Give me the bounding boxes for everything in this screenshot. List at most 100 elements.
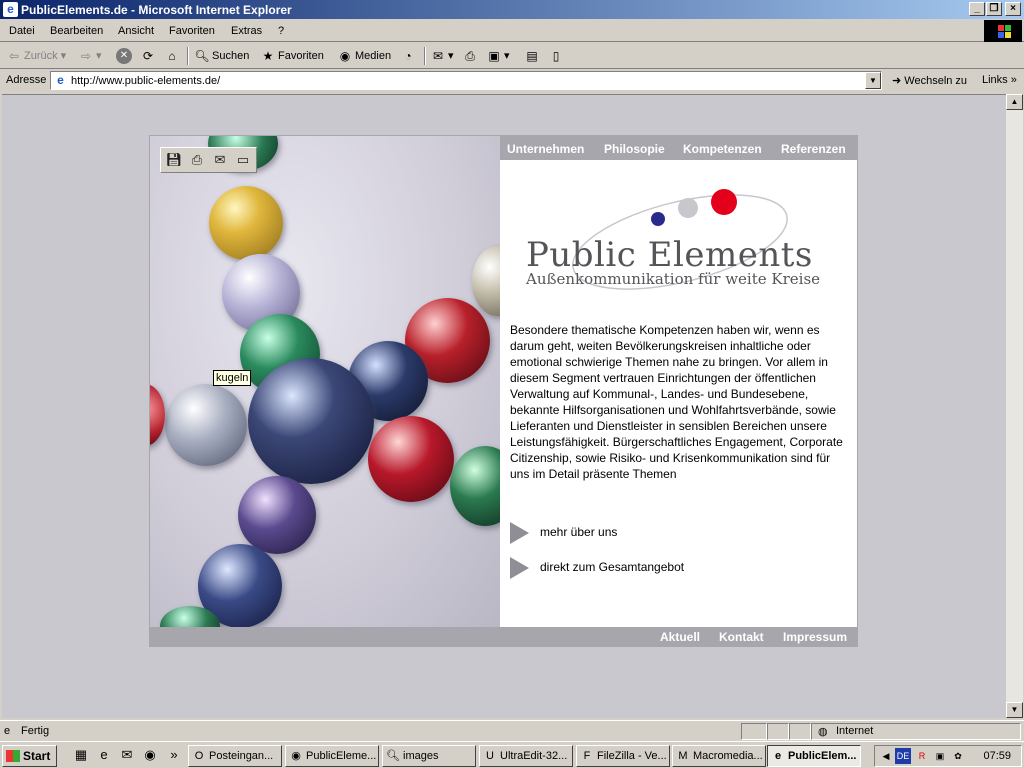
task-images[interactable]: 🔍︎ images bbox=[382, 745, 476, 767]
search-icon: 🔍︎ bbox=[194, 49, 210, 64]
more-quicklaunch-icon[interactable]: » bbox=[166, 747, 182, 763]
scroll-down-icon[interactable]: ▼ bbox=[1006, 702, 1023, 718]
media-icon: ◉ bbox=[339, 49, 351, 64]
forward-button[interactable]: ⇨ ▾ bbox=[78, 47, 102, 65]
vertical-scrollbar[interactable]: ▲ ▼ bbox=[1006, 94, 1023, 718]
task-internet-explorer[interactable]: e PublicElem... bbox=[767, 745, 861, 767]
save-image-icon[interactable]: 💾︎ bbox=[165, 152, 183, 168]
status-zone: Internet bbox=[836, 725, 874, 737]
address-dropdown-icon[interactable]: ▼ bbox=[865, 72, 881, 89]
nav-referenzen[interactable]: Referenzen bbox=[781, 142, 846, 156]
menu-extras[interactable]: Extras bbox=[231, 25, 262, 37]
task-posteingang[interactable]: O Posteingan... bbox=[188, 745, 282, 767]
home-button[interactable]: ⌂ bbox=[164, 47, 182, 65]
logo-title: Public Elements bbox=[526, 235, 813, 275]
toolbar: ⇦ Zurück ▾ ⇨ ▾ ✕ ⟳ ⌂ 🔍︎ Suchen ★ Favoriten ◉… bbox=[0, 43, 1024, 69]
language-indicator[interactable]: DE bbox=[895, 748, 911, 764]
edit-icon: ▣ bbox=[488, 49, 500, 64]
menu-ansicht[interactable]: Ansicht bbox=[118, 25, 154, 37]
edit-button[interactable]: ▣ ▾ bbox=[486, 47, 509, 65]
print-button[interactable]: ⎙ bbox=[462, 47, 480, 65]
refresh-button[interactable]: ⟳ bbox=[140, 47, 158, 65]
ie-icon: e bbox=[3, 2, 18, 17]
mail-image-icon[interactable]: ✉ bbox=[211, 152, 229, 168]
menu-bearbeiten[interactable]: Bearbeiten bbox=[50, 25, 103, 37]
minimize-button[interactable]: _ bbox=[969, 2, 985, 16]
link-gesamtangebot[interactable]: direkt zum Gesamtangebot bbox=[510, 557, 684, 579]
favorites-icon: ★ bbox=[262, 49, 274, 64]
network-icon[interactable]: ▣ bbox=[932, 748, 948, 764]
address-input[interactable]: e http://www.public-elements.de/ ▼ bbox=[50, 71, 882, 90]
desktop-icon[interactable]: ▦ bbox=[73, 747, 89, 763]
links-button[interactable]: Links » bbox=[982, 74, 1017, 86]
task-filezilla[interactable]: F FileZilla - Ve... bbox=[576, 745, 670, 767]
discuss-button[interactable]: ▤ bbox=[524, 47, 542, 65]
task-firefox[interactable]: ◉ PublicEleme... bbox=[285, 745, 379, 767]
task-macromedia[interactable]: M Macromedia... bbox=[672, 745, 766, 767]
search-button[interactable]: 🔍︎ Suchen bbox=[194, 47, 249, 65]
start-flag-icon bbox=[6, 750, 20, 762]
mail-button[interactable]: ✉ ▾ bbox=[430, 47, 454, 65]
explorer-icon: 🔍︎ bbox=[386, 750, 400, 762]
firefox-icon: ◉ bbox=[291, 750, 301, 762]
messenger-tray-icon[interactable]: ✿ bbox=[950, 748, 966, 764]
menu-help[interactable]: ? bbox=[278, 25, 284, 37]
status-page-icon: e bbox=[4, 725, 11, 737]
history-button[interactable]: ◔ bbox=[400, 47, 418, 65]
website-frame: Unternehmen Philosopie Kompetenzen Refer… bbox=[149, 135, 858, 647]
address-label: Adresse bbox=[6, 74, 47, 86]
messenger-icon: ▯ bbox=[552, 49, 560, 64]
triangle-arrow-icon bbox=[510, 557, 529, 579]
nav-aktuell[interactable]: Aktuell bbox=[660, 630, 700, 644]
menu-favoriten[interactable]: Favoriten bbox=[169, 25, 215, 37]
volume-icon[interactable]: ◀ bbox=[878, 748, 894, 764]
go-button[interactable]: ➜ Wechseln zu bbox=[892, 74, 967, 87]
logo-dot-blue bbox=[651, 212, 665, 226]
logo-subtitle: Außenkommunikation für weite Kreise bbox=[526, 270, 821, 288]
refresh-icon: ⟳ bbox=[142, 49, 154, 64]
folder-image-icon[interactable]: ▭ bbox=[234, 152, 252, 168]
ultraedit-icon: U bbox=[486, 750, 494, 762]
discuss-icon: ▤ bbox=[526, 49, 538, 64]
menu-bar: Datei Bearbeiten Ansicht Favoriten Extra… bbox=[0, 20, 1024, 42]
nav-kompetenzen[interactable]: Kompetenzen bbox=[683, 142, 762, 156]
nav-kontakt[interactable]: Kontakt bbox=[719, 630, 764, 644]
mail-icon: ✉ bbox=[432, 49, 444, 64]
close-button[interactable]: × bbox=[1005, 2, 1021, 16]
back-button[interactable]: ⇦ Zurück ▾ bbox=[6, 47, 66, 65]
outlook-quicklaunch-icon[interactable]: ✉ bbox=[119, 747, 135, 763]
home-icon: ⌂ bbox=[168, 49, 176, 64]
nav-impressum[interactable]: Impressum bbox=[783, 630, 847, 644]
page-icon: e bbox=[57, 73, 64, 87]
taskbar: Start ▦ e ✉ ◉ » O Posteingan... ◉ PublicEl… bbox=[0, 741, 1024, 768]
antivirus-icon[interactable]: R bbox=[914, 748, 930, 764]
filezilla-icon: F bbox=[583, 750, 591, 762]
image-toolbar: 💾︎ ⎙ ✉ ▭ bbox=[160, 147, 257, 173]
outlook-icon: O bbox=[194, 750, 204, 762]
scroll-up-icon[interactable]: ▲ bbox=[1006, 94, 1023, 110]
back-arrow-icon: ⇦ bbox=[8, 49, 20, 64]
address-url: http://www.public-elements.de/ bbox=[71, 75, 221, 87]
task-ultraedit[interactable]: U UltraEdit-32... bbox=[479, 745, 573, 767]
status-text: Fertig bbox=[21, 725, 50, 737]
print-image-icon[interactable]: ⎙ bbox=[188, 152, 206, 168]
go-arrow-icon: ➜ bbox=[892, 75, 902, 87]
body-text: Besondere thematische Kompetenzen haben … bbox=[510, 323, 843, 481]
menu-datei[interactable]: Datei bbox=[9, 25, 35, 37]
print-icon: ⎙ bbox=[465, 49, 475, 64]
link-mehr-ueber-uns[interactable]: mehr über uns bbox=[510, 522, 617, 544]
messenger-button[interactable]: ▯ bbox=[548, 47, 566, 65]
media-button[interactable]: ◉ Medien bbox=[337, 47, 391, 65]
stop-button[interactable]: ✕ bbox=[116, 47, 134, 65]
favorites-button[interactable]: ★ Favoriten bbox=[260, 47, 324, 65]
stop-icon: ✕ bbox=[116, 48, 132, 65]
nav-philosopie[interactable]: Philosopie bbox=[604, 142, 665, 156]
nav-unternehmen[interactable]: Unternehmen bbox=[507, 142, 584, 156]
macromedia-icon: M bbox=[678, 750, 688, 762]
clock: 07:59 bbox=[983, 750, 1011, 762]
status-bar: e Fertig ◍ Internet bbox=[0, 720, 1024, 740]
start-button[interactable]: Start bbox=[2, 745, 57, 767]
restore-button[interactable]: ❐ bbox=[986, 2, 1002, 16]
firefox-quicklaunch-icon[interactable]: ◉ bbox=[142, 747, 158, 763]
ie-quicklaunch-icon[interactable]: e bbox=[96, 747, 112, 763]
